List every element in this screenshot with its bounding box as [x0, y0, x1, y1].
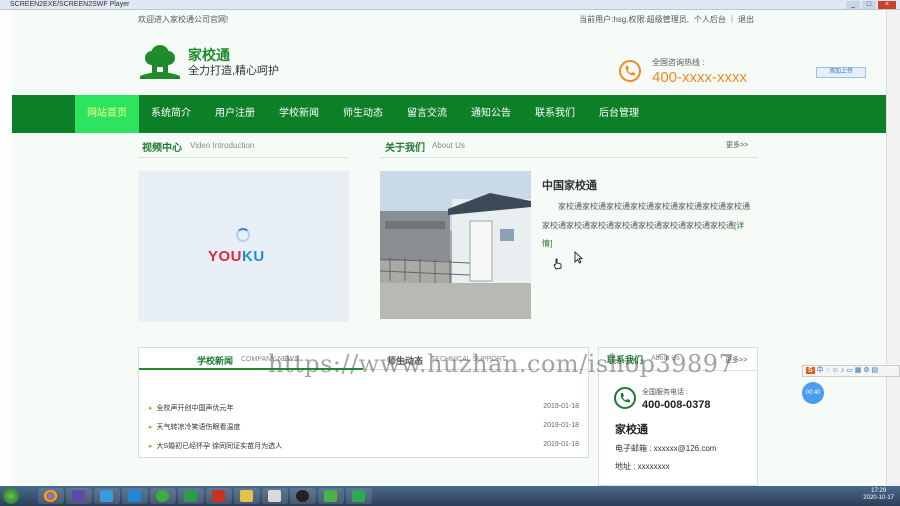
- nav-item-notices[interactable]: 通知公告: [459, 95, 523, 133]
- window-title-bar: SCREEN2EXE/SCREEN2SWF Player _ □ ×: [0, 0, 900, 10]
- video-section-subtitle: Video Introduction: [190, 141, 255, 150]
- taskbar-app[interactable]: [94, 488, 120, 504]
- company-name: 中国家校通: [542, 180, 597, 192]
- window-controls: _ □ ×: [846, 1, 896, 9]
- arrow-cursor-icon: [574, 251, 583, 264]
- phone-icon: [614, 387, 636, 409]
- video-section-divider: [138, 157, 349, 158]
- nav-item-intro[interactable]: 系统简介: [139, 95, 203, 133]
- company-description: 家校通家校通家校通家校通家校通家校通家校通家校通家校通家校通家校通家校通家校通家…: [542, 202, 750, 248]
- nav-item-contact[interactable]: 联系我们: [523, 95, 587, 133]
- loading-spinner-icon: [236, 228, 250, 242]
- news-item[interactable]: ▸ 全校声开创中国声优元年 2019-01-18: [149, 403, 579, 421]
- hotline-number: 400-xxxx-xxxx: [652, 69, 748, 86]
- taskbar-app[interactable]: [150, 488, 176, 504]
- nav-item-dynamics[interactable]: 师生动态: [331, 95, 395, 133]
- contact-company-name: 家校通: [615, 424, 648, 436]
- timer-bubble[interactable]: 00:40: [802, 382, 824, 404]
- logout-link[interactable]: 退出: [738, 14, 754, 25]
- taskbar-app[interactable]: [234, 488, 260, 504]
- contact-address: 地址 : xxxxxxxx: [615, 462, 670, 471]
- news-item[interactable]: ▸ 天气转凉冷笑语伤眼看温度 2019-01-18: [149, 422, 579, 440]
- taskbar: 17:29 2020-10-17: [0, 486, 900, 506]
- video-player[interactable]: YOUKU: [138, 171, 349, 322]
- contact-email: 电子邮箱 : xxxxxx@126.com: [615, 444, 717, 453]
- personal-center-link[interactable]: 个人后台: [694, 14, 726, 25]
- about-section-subtitle: About Us: [432, 141, 465, 150]
- youku-logo: YOUKU: [208, 248, 265, 265]
- about-more-link[interactable]: 更多>>: [726, 140, 748, 150]
- nav-item-admin[interactable]: 后台管理: [587, 95, 651, 133]
- about-section-divider: [380, 157, 758, 158]
- video-section-title: 视频中心: [142, 143, 182, 154]
- system-tray: 17:29 2020-10-17: [700, 486, 900, 506]
- browser-scrollbar[interactable]: [886, 10, 900, 486]
- school-gate-image: [380, 171, 531, 319]
- service-phone-label: 全国服务电话 :: [642, 389, 688, 396]
- taskbar-app[interactable]: [262, 488, 288, 504]
- window-title: SCREEN2EXE/SCREEN2SWF Player: [10, 1, 130, 8]
- site-slogan: 全力打造,精心呵护: [188, 65, 280, 77]
- service-phone-number: 400-008-0378: [642, 399, 711, 411]
- taskbar-app[interactable]: [206, 488, 232, 504]
- taskbar-chrome[interactable]: [38, 488, 64, 504]
- clock[interactable]: 17:29 2020-10-17: [863, 488, 894, 502]
- house-tree-logo-icon[interactable]: [138, 42, 182, 80]
- top-info-bar: 欢迎进入家校通公司官网! 当前用户:hsg,权限:超级管理员, 个人后台 | 退…: [12, 10, 886, 28]
- phone-icon: [619, 60, 641, 82]
- taskbar-app[interactable]: [290, 488, 316, 504]
- welcome-text: 欢迎进入家校通公司官网!: [138, 15, 229, 24]
- start-button[interactable]: [3, 488, 19, 504]
- taskbar-app[interactable]: [122, 488, 148, 504]
- nav-item-home[interactable]: 网站首页: [75, 95, 139, 133]
- hotline-label: 全国咨询热线 :: [652, 58, 705, 67]
- taskbar-app[interactable]: [318, 488, 344, 504]
- nav-item-school-news[interactable]: 学校新闻: [267, 95, 331, 133]
- maximize-button[interactable]: □: [862, 1, 876, 9]
- taskbar-app[interactable]: [346, 488, 372, 504]
- minimize-button[interactable]: _: [846, 1, 860, 9]
- browser-viewport: 欢迎进入家校通公司官网! 当前用户:hsg,权限:超级管理员, 个人后台 | 退…: [12, 10, 886, 486]
- about-section-title: 关于我们: [385, 143, 425, 154]
- hand-cursor-icon: [553, 258, 562, 270]
- watermark-text: https://www.huzhan.com/ishop39897: [268, 350, 735, 378]
- sogou-logo-icon: S: [806, 367, 815, 374]
- news-item[interactable]: ▸ 大S婚初已经怀孕 徐同同证实苗月为选人 2019-01-18: [149, 441, 579, 459]
- close-button[interactable]: ×: [878, 1, 896, 9]
- taskbar-app[interactable]: [66, 488, 92, 504]
- nav-item-register[interactable]: 用户注册: [203, 95, 267, 133]
- taskbar-app[interactable]: [178, 488, 204, 504]
- nav-item-messages[interactable]: 留言交流: [395, 95, 459, 133]
- main-nav: 网站首页 系统简介 用户注册 学校新闻 师生动态 留言交流 通知公告 联系我们 …: [12, 95, 886, 133]
- upload-button[interactable]: 添加上传: [816, 67, 866, 78]
- user-links: 当前用户:hsg,权限:超级管理员, 个人后台 | 退出: [579, 14, 754, 25]
- current-user-text: 当前用户:hsg,权限:超级管理员,: [579, 15, 689, 24]
- link-separator: |: [730, 14, 733, 23]
- ime-toolbar[interactable]: S 中 ◌ ☺ ♪ ▭ ▦ ⚙ ▤: [802, 365, 900, 377]
